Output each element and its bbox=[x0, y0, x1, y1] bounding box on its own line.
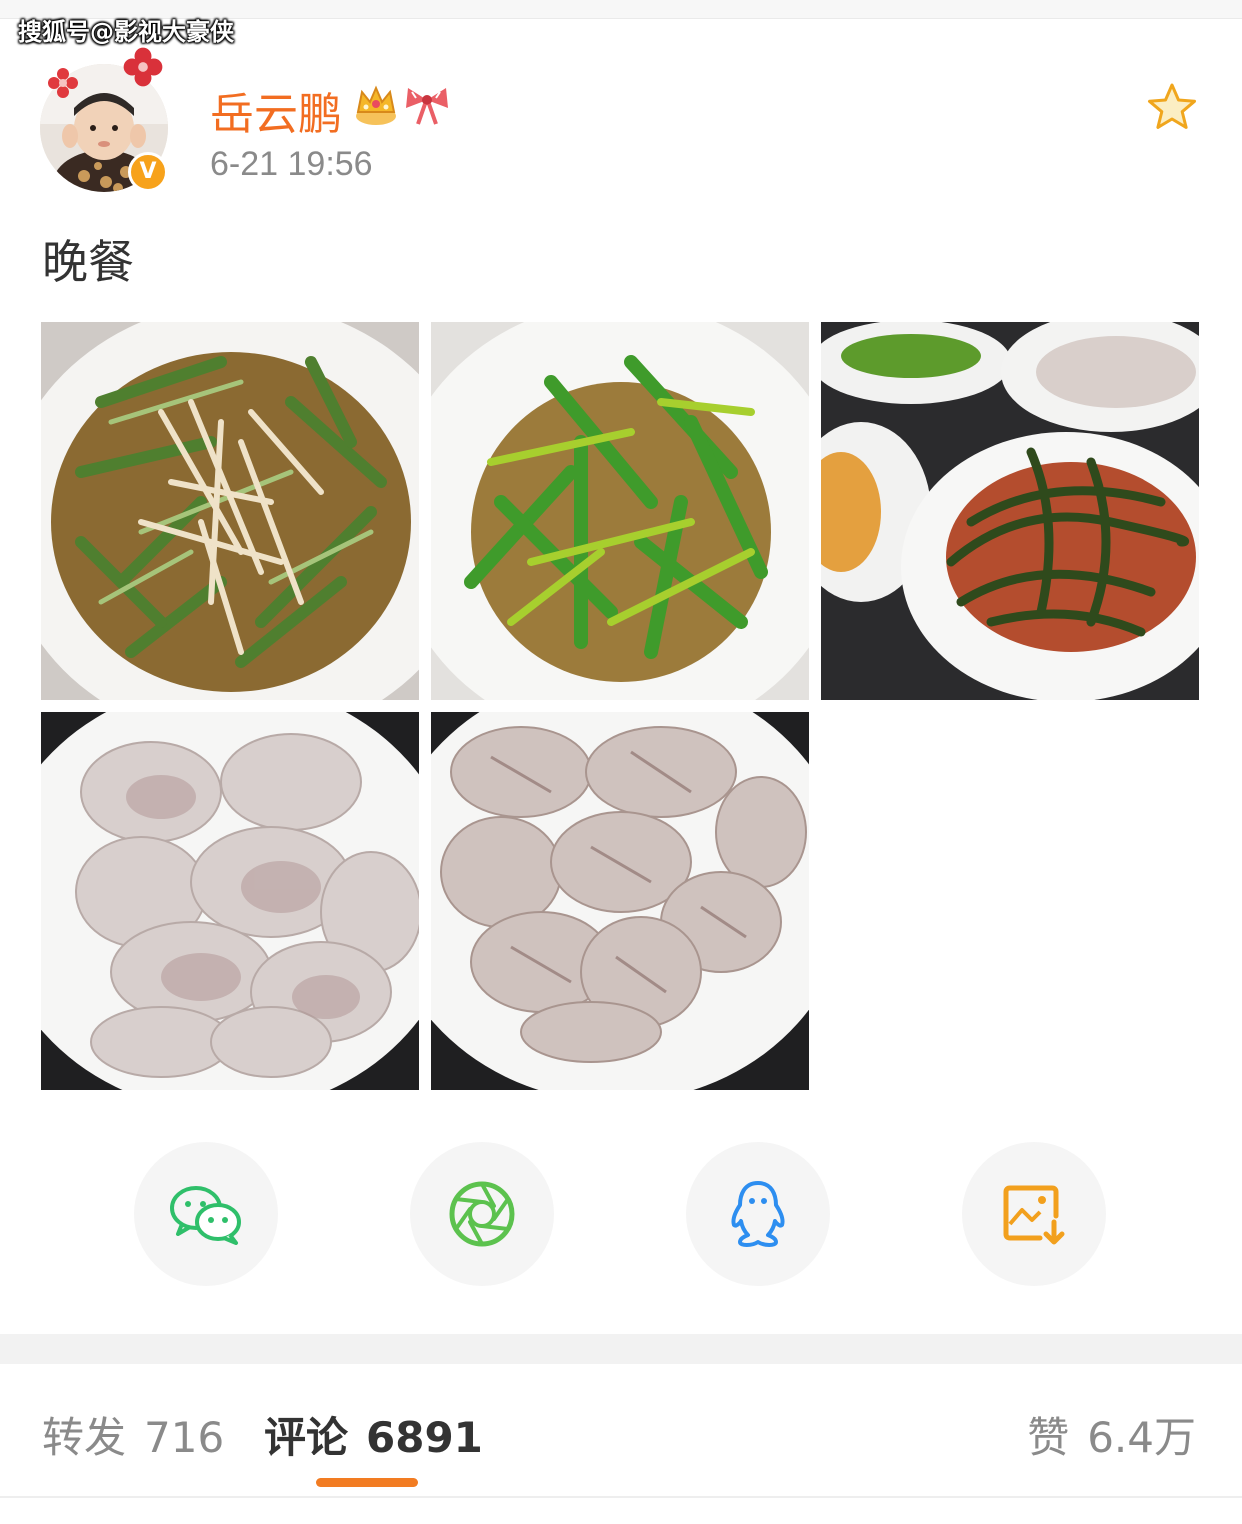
flower-decoration-icon bbox=[48, 68, 78, 98]
photo-cucumber-enoki-salad[interactable] bbox=[41, 322, 419, 700]
save-image-button[interactable] bbox=[962, 1142, 1106, 1286]
tab-like[interactable]: 赞 6.4万 bbox=[1027, 1404, 1196, 1465]
star-icon[interactable] bbox=[1146, 82, 1198, 132]
share-moments-button[interactable] bbox=[410, 1142, 554, 1286]
photo-dumplings-plate-1[interactable] bbox=[41, 712, 419, 1090]
bottom-divider bbox=[0, 1496, 1242, 1498]
crown-icon bbox=[356, 85, 396, 125]
tab-forward-label: 转发 bbox=[42, 1413, 127, 1462]
username[interactable]: 岳云鹏 bbox=[210, 78, 342, 142]
flower-decoration-icon bbox=[123, 47, 163, 87]
post-text: 晚餐 bbox=[42, 235, 134, 289]
photo-stir-fried-daylily[interactable] bbox=[431, 322, 809, 700]
save-image-icon bbox=[1003, 1185, 1065, 1245]
watermark: 搜狐号@影视大豪侠 bbox=[18, 18, 234, 46]
photo-dumplings-plate-2[interactable] bbox=[431, 712, 809, 1090]
share-wechat-button[interactable] bbox=[134, 1142, 278, 1286]
section-divider bbox=[0, 1334, 1242, 1364]
post-timestamp: 6-21 19:56 bbox=[210, 145, 373, 183]
tab-forward[interactable]: 转发 716 bbox=[42, 1404, 224, 1465]
forward-count: 716 bbox=[144, 1413, 225, 1462]
tab-like-label: 赞 bbox=[1027, 1413, 1070, 1462]
qq-icon bbox=[731, 1181, 785, 1247]
like-count: 6.4万 bbox=[1087, 1413, 1196, 1462]
share-qq-button[interactable] bbox=[686, 1142, 830, 1286]
tab-comment[interactable]: 评论 6891 bbox=[264, 1404, 483, 1465]
photo-kelp-and-dumplings-table[interactable] bbox=[821, 322, 1199, 700]
tab-comment-label: 评论 bbox=[264, 1413, 349, 1462]
moments-icon bbox=[449, 1181, 515, 1247]
comment-count: 6891 bbox=[366, 1413, 483, 1462]
verified-badge: V bbox=[128, 152, 168, 192]
wechat-icon bbox=[170, 1186, 241, 1245]
bow-icon bbox=[406, 88, 448, 125]
share-row bbox=[0, 1142, 1242, 1288]
active-tab-indicator bbox=[316, 1478, 418, 1487]
